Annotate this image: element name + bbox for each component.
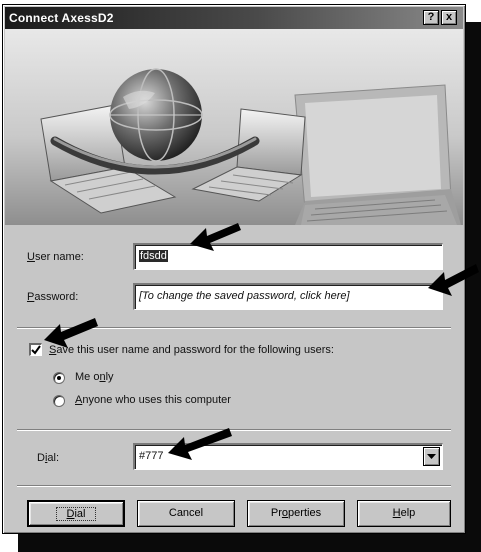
drop-shadow-bottom xyxy=(18,534,481,552)
username-input[interactable]: fdsdd xyxy=(133,243,443,270)
dial-label: Dial: xyxy=(37,452,60,464)
network-illustration xyxy=(40,68,461,225)
window-title: Connect AxessD2 xyxy=(9,11,114,25)
help-title-button[interactable]: ? xyxy=(423,10,439,25)
dial-button[interactable]: Dial xyxy=(27,500,125,527)
radio-anyone-label[interactable]: Anyone who uses this computer xyxy=(75,394,231,406)
right-laptop-icon xyxy=(191,108,306,202)
help-button[interactable]: Help xyxy=(357,500,451,527)
checkmark-icon xyxy=(31,345,41,355)
cancel-button[interactable]: Cancel xyxy=(137,500,235,527)
save-password-label[interactable]: Save this user name and password for the… xyxy=(49,344,334,356)
separator xyxy=(17,429,451,431)
dial-dropdown-button[interactable] xyxy=(423,447,440,466)
connect-dialog: Connect AxessD2 ? x User name: fdsdd Pas… xyxy=(2,4,466,534)
save-password-checkbox[interactable] xyxy=(29,343,42,356)
radio-anyone[interactable] xyxy=(53,395,65,407)
radio-me-only[interactable] xyxy=(53,372,65,384)
dial-combobox[interactable]: #777 xyxy=(133,443,443,470)
connection-banner-image xyxy=(5,29,463,225)
password-label: Password: xyxy=(27,291,79,303)
username-label: User name: xyxy=(27,251,84,263)
close-button[interactable]: x xyxy=(441,10,457,25)
globe-icon xyxy=(109,68,203,162)
title-bar[interactable]: Connect AxessD2 ? x xyxy=(5,7,463,29)
password-input[interactable]: [To change the saved password, click her… xyxy=(133,283,443,310)
username-selected-text: fdsdd xyxy=(139,250,168,262)
properties-button[interactable]: Properties xyxy=(247,500,345,527)
radio-me-only-label[interactable]: Me only xyxy=(75,371,114,383)
dropdown-arrow-icon xyxy=(427,454,436,459)
drop-shadow-right xyxy=(466,22,481,552)
separator xyxy=(17,485,451,487)
radio-selected-dot xyxy=(57,376,61,380)
dial-number-value: #777 xyxy=(139,450,164,462)
separator xyxy=(17,327,451,329)
password-hint: [To change the saved password, click her… xyxy=(139,290,350,302)
